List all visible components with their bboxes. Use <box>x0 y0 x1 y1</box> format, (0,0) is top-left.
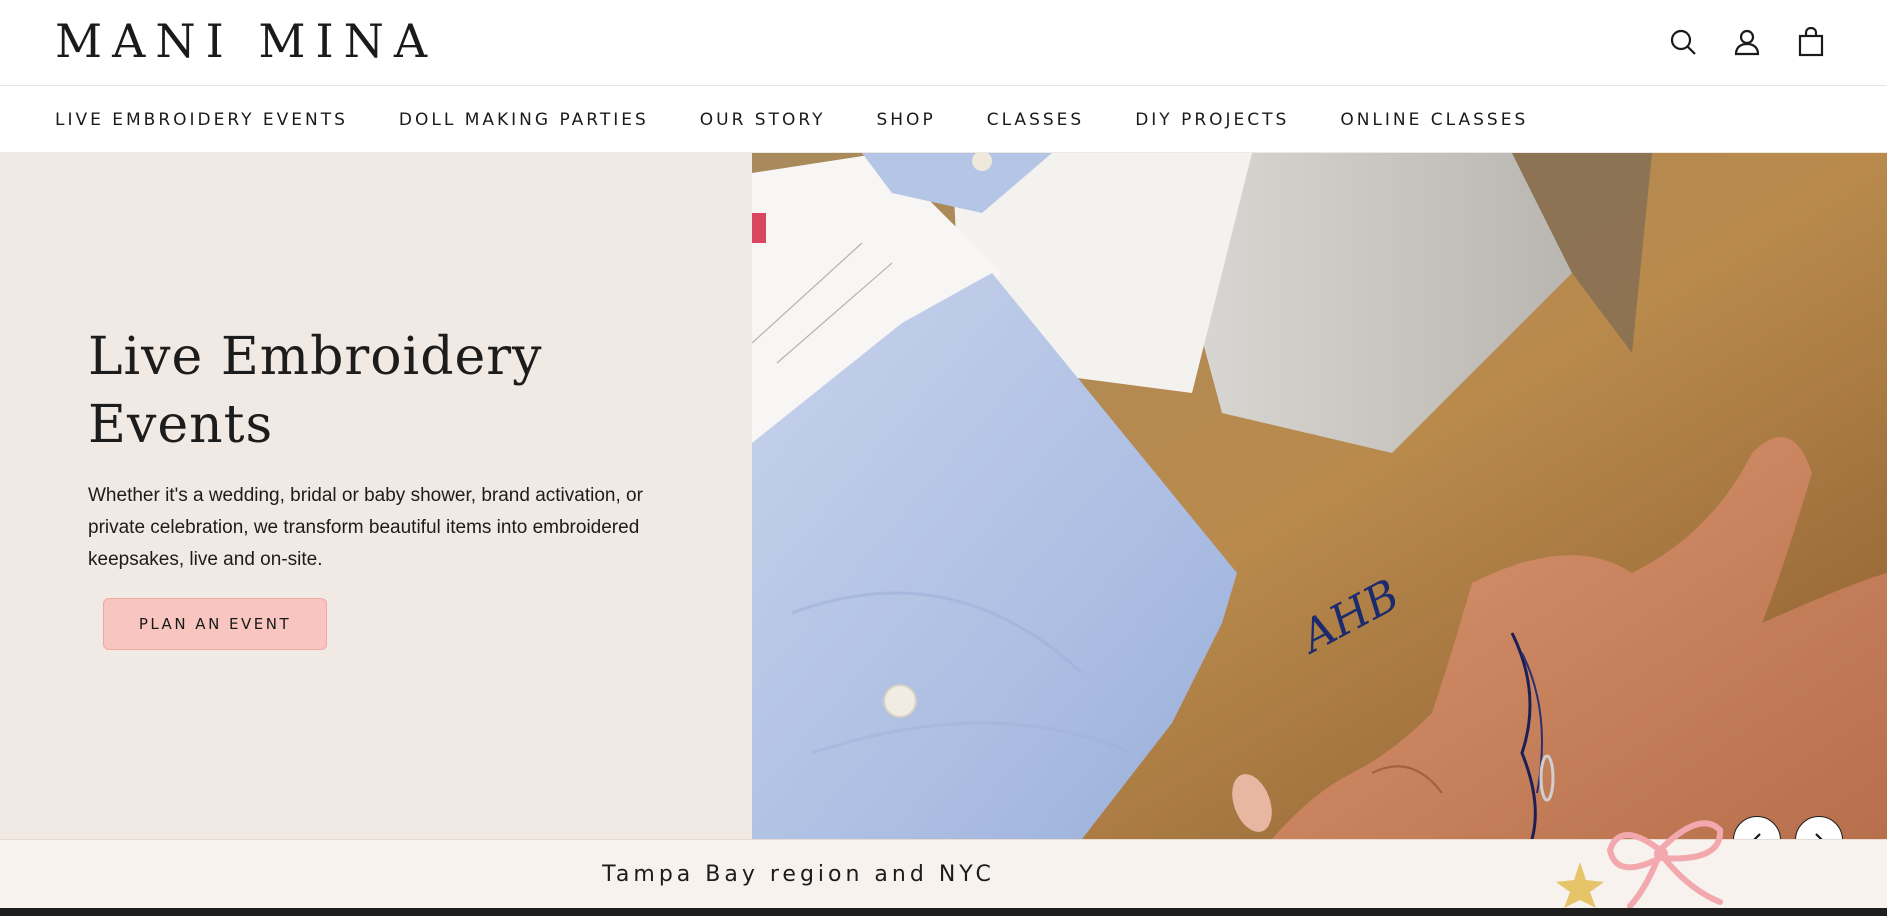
main-navigation: LIVE EMBROIDERY EVENTS DOLL MAKING PARTI… <box>0 87 1887 153</box>
nav-list: LIVE EMBROIDERY EVENTS DOLL MAKING PARTI… <box>55 87 1528 153</box>
hero-description: Whether it's a wedding, bridal or baby s… <box>88 485 643 570</box>
bottom-dark-bar <box>0 908 1887 916</box>
hero-image: AHB <box>752 153 1887 839</box>
header-actions <box>1667 24 1827 60</box>
bow-star-decoration <box>1556 820 1724 908</box>
bow-icon <box>1606 820 1724 908</box>
cart-icon <box>1798 27 1824 57</box>
star-icon <box>1556 862 1604 908</box>
nav-item-classes[interactable]: CLASSES <box>987 110 1084 130</box>
account-button[interactable] <box>1731 24 1763 60</box>
hero-title: Live Embroidery Events <box>88 323 688 459</box>
nav-item-our-story[interactable]: OUR STORY <box>700 110 826 130</box>
nav-item-diy-projects[interactable]: DIY PROJECTS <box>1135 110 1289 130</box>
nav-item-live-embroidery-events[interactable]: LIVE EMBROIDERY EVENTS <box>55 110 348 130</box>
plan-event-button[interactable]: PLAN AN EVENT <box>103 598 327 650</box>
hero-section: Live Embroidery Events Whether it's a we… <box>0 153 1887 839</box>
search-button[interactable] <box>1667 24 1699 60</box>
hero-title-line1: Live Embroidery <box>88 327 543 387</box>
cart-button[interactable] <box>1795 24 1827 60</box>
hero-text-panel: Live Embroidery Events Whether it's a we… <box>0 153 752 839</box>
brand-logo[interactable]: MANI MINA <box>55 18 437 64</box>
nav-item-online-classes[interactable]: ONLINE CLASSES <box>1340 110 1528 130</box>
site-header: MANI MINA <box>0 0 1887 86</box>
hero-title-line2: Events <box>88 395 274 455</box>
account-icon <box>1734 29 1760 56</box>
announcement-text: Tampa Bay region and NYC <box>602 862 995 887</box>
nav-item-doll-making-parties[interactable]: DOLL MAKING PARTIES <box>399 110 649 130</box>
search-icon <box>1670 29 1696 55</box>
nav-item-shop[interactable]: SHOP <box>876 110 935 130</box>
hero-photo-illustration: AHB <box>752 153 1887 839</box>
